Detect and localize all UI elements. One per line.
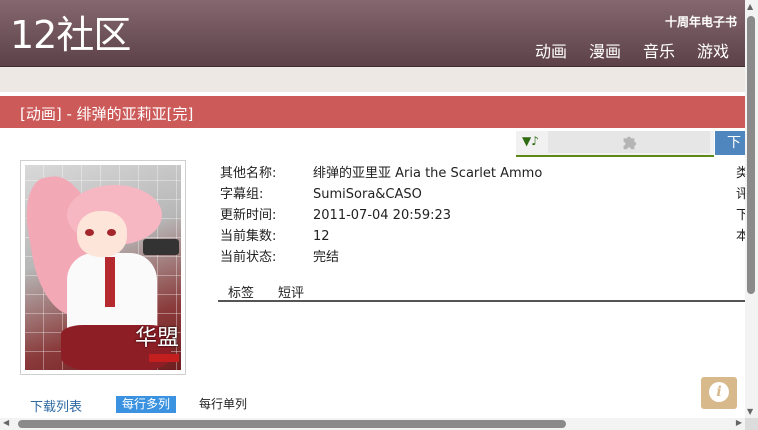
detail-label: 字幕组: xyxy=(220,187,264,202)
detail-row: 当前状态: 完结 xyxy=(220,247,542,268)
nav-music[interactable]: 音乐 xyxy=(643,38,675,62)
detail-row: 字幕组: SumiSora&CASO xyxy=(220,184,542,205)
scrollbar-corner xyxy=(745,418,758,430)
page-title-bar: [动画] - 绯弹的亚莉亚[完] xyxy=(0,96,745,128)
nav-manga[interactable]: 漫画 xyxy=(589,38,621,62)
scroll-left-icon[interactable]: ◀ xyxy=(3,418,9,427)
detail-label-partial: 评 xyxy=(736,187,745,202)
detail-value: 2011-07-04 20:59:23 xyxy=(313,208,452,223)
detail-tabs: 标签 短评 xyxy=(218,282,745,302)
anime-cover-image: 华盟 xyxy=(20,160,186,375)
detail-label: 其他名称: xyxy=(220,166,277,181)
download-button[interactable]: 下 xyxy=(715,131,745,155)
scroll-up-icon[interactable]: ▲ xyxy=(747,2,753,11)
download-list-link[interactable]: 下载列表 xyxy=(30,396,82,415)
nav-games[interactable]: 游戏 xyxy=(697,38,729,62)
header-band xyxy=(0,67,745,92)
cover-artwork: 华盟 xyxy=(25,165,181,370)
music-player: ▼♪ xyxy=(516,131,714,157)
detail-value: 绯弹的亚里亚 Aria the Scarlet Ammo xyxy=(313,166,543,181)
puzzle-piece-icon xyxy=(623,136,637,150)
page-title: [动画] - 绯弹的亚莉亚[完] xyxy=(20,105,194,123)
detail-value: 12 xyxy=(313,229,330,244)
vertical-scroll-thumb[interactable] xyxy=(747,16,755,294)
detail-label: 更新时间: xyxy=(220,208,277,223)
detail-row: 当前集数: 12 xyxy=(220,226,542,247)
detail-row: 更新时间: 2011-07-04 20:59:23 xyxy=(220,205,542,226)
scroll-down-icon[interactable]: ▼ xyxy=(747,407,753,416)
detail-label: 当前状态: xyxy=(220,250,277,265)
anniversary-ebook-link[interactable]: 十周年电子书 xyxy=(665,13,737,30)
main-nav: 动画 漫画 音乐 游戏 xyxy=(535,38,729,62)
detail-value: 完结 xyxy=(313,250,340,265)
horizontal-scrollbar[interactable]: ◀ ▶ xyxy=(0,418,745,430)
site-logo[interactable]: 12社区 xyxy=(10,11,131,59)
cover-watermark: 华盟 xyxy=(134,326,179,351)
plugin-placeholder[interactable] xyxy=(548,131,710,153)
detail-label: 当前集数: xyxy=(220,229,277,244)
site-header: 12社区 十周年电子书 动画 漫画 音乐 游戏 xyxy=(0,0,745,67)
anime-details: 其他名称: 绯弹的亚里亚 Aria the Scarlet Ammo 字幕组: … xyxy=(220,163,542,268)
detail-row: 其他名称: 绯弹的亚里亚 Aria the Scarlet Ammo xyxy=(220,163,542,184)
multi-column-toggle[interactable]: 每行多列 xyxy=(116,396,177,413)
right-details-column: 类 评 下 本 xyxy=(736,163,745,247)
detail-label-partial: 类 xyxy=(736,166,745,181)
info-button[interactable]: i xyxy=(701,377,737,409)
horizontal-scroll-thumb[interactable] xyxy=(18,420,566,428)
detail-value: SumiSora&CASO xyxy=(313,187,422,202)
music-note-icon[interactable]: ▼♪ xyxy=(522,134,539,148)
detail-label-partial: 下 xyxy=(736,208,745,223)
single-column-toggle[interactable]: 每行单列 xyxy=(199,396,247,413)
vertical-scrollbar[interactable]: ▲ ▼ xyxy=(745,0,758,418)
tab-tags[interactable]: 标签 xyxy=(228,282,254,301)
nav-anime[interactable]: 动画 xyxy=(535,38,567,62)
detail-label-partial: 本 xyxy=(736,229,745,244)
info-icon: i xyxy=(709,382,729,402)
tab-short-reviews[interactable]: 短评 xyxy=(278,282,304,301)
scroll-right-icon[interactable]: ▶ xyxy=(736,418,742,427)
